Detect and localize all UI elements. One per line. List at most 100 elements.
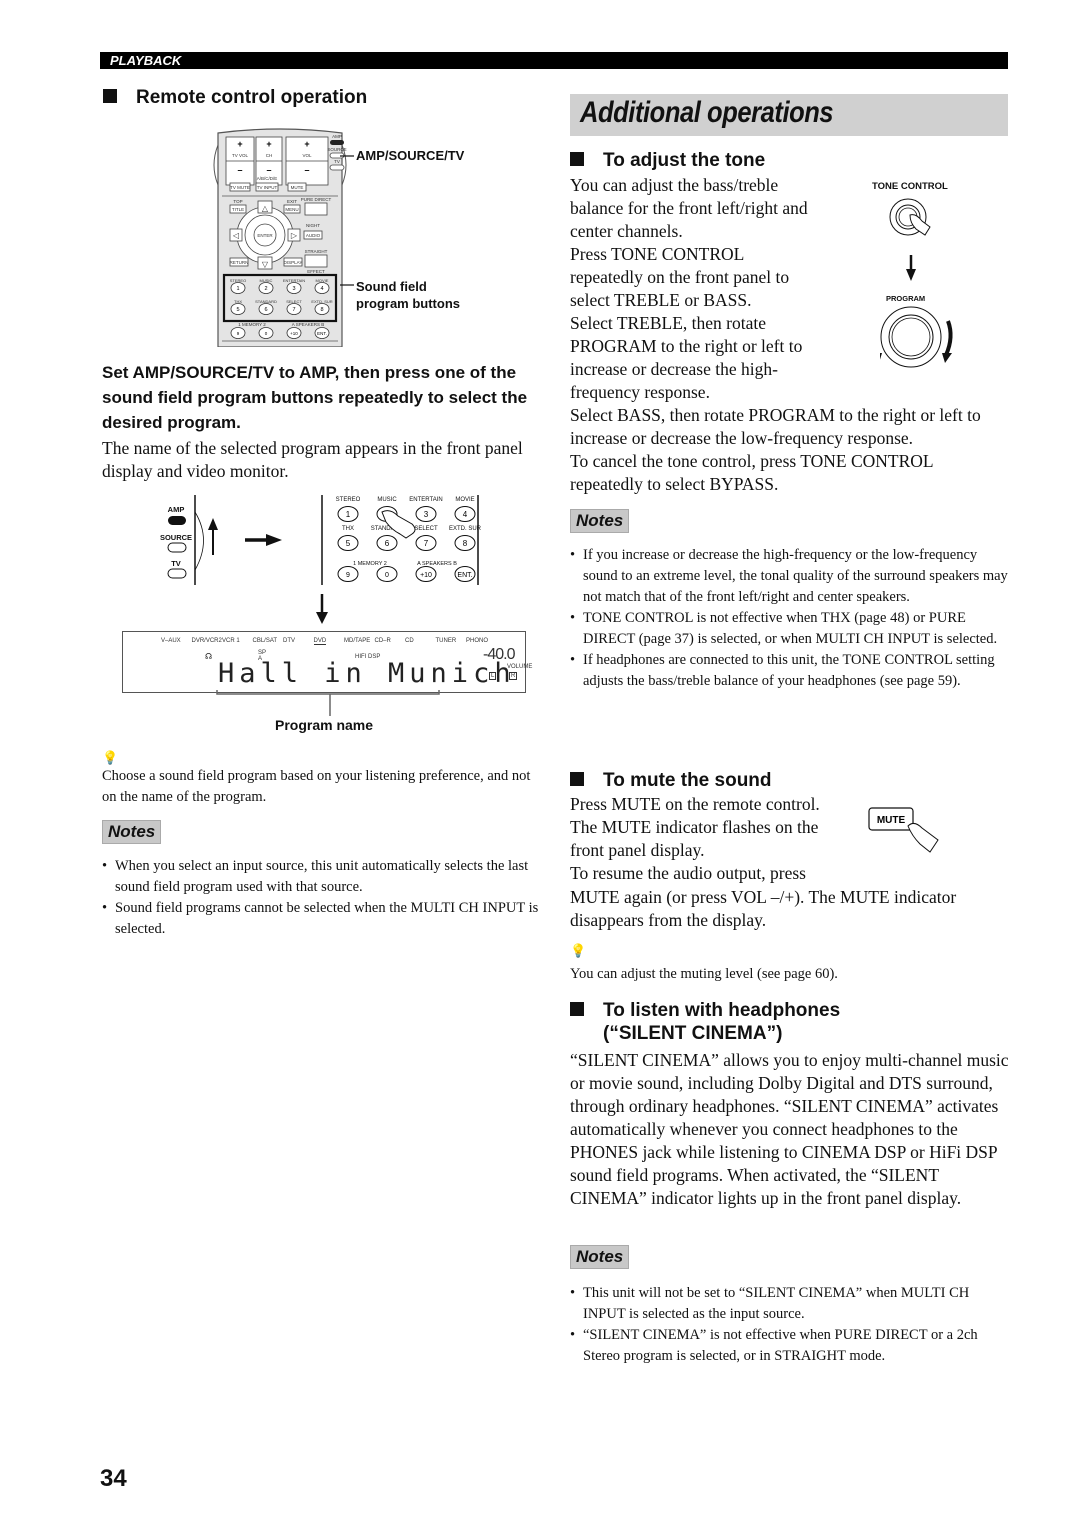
program-button-key: 8 [320,307,323,313]
svg-text:TITLE: TITLE [232,207,244,212]
note-item: “SILENT CINEMA” is not effective when PU… [570,1325,1010,1367]
remote-control-illustration: + + + – – – TV VOL CH VOL A/B/C/D/E TV MUTE … [213,128,347,347]
text-line: front panel display. [570,840,705,860]
display-input-indicator: CD–R [374,638,391,644]
tip-text: Choose a sound field program based on yo… [102,768,531,805]
mute-button-illustration: MUTE [868,807,939,853]
svg-text:AMP: AMP [332,134,342,139]
page-number: 34 [100,1465,127,1492]
channel-l-indicator: L [489,672,497,680]
square-bullet-icon [103,89,117,103]
note-item: If headphones are connected to this unit… [570,650,1010,692]
program-button-label: SELECT [414,526,438,532]
text-line: increase or decrease the high- [570,359,778,379]
numeric-button-key: 9 [346,572,350,579]
notes-list: This unit will not be set to “SILENT CIN… [570,1283,1010,1367]
heading-mute: To mute the sound [570,769,772,792]
channel-r-indicator: R [509,672,518,680]
program-name-text: Hall in Munich [218,658,516,689]
svg-text:A SPEAKERS B: A SPEAKERS B [292,322,325,327]
svg-text:TV VOL: TV VOL [232,153,249,158]
svg-text:▽: ▽ [262,260,269,269]
text-line: repeatedly to select BYPASS. [570,474,779,494]
square-bullet-icon [570,772,584,786]
text-line: balance for the front left/right and [570,198,808,218]
program-button-label: ENTERTAIN [409,497,442,503]
program-name-bracket [216,690,440,716]
program-button-key: 1 [236,286,239,292]
note-item: This unit will not be set to “SILENT CIN… [570,1283,1010,1325]
svg-text:1 MEMORY 2: 1 MEMORY 2 [353,561,387,567]
down-arrow-icon [316,594,328,624]
svg-text:MUTE: MUTE [877,815,906,826]
svg-text:–: – [266,165,271,175]
headphone-indicator-icon: ☊ [205,652,213,661]
volume-label: VOLUME [507,664,533,670]
text-line: Select BASS, then rotate PROGRAM to the … [570,405,981,425]
text-line: frequency response. [570,382,710,402]
display-input-indicator: CBL/SAT [252,638,278,644]
notes-badge: Notes [102,820,162,844]
text-line: PROGRAM to the right or left to [570,336,803,356]
tone-control-label: TONE CONTROL [872,181,948,192]
program-button-key: 7 [424,539,429,548]
text-line: To resume the audio output, press [570,863,806,883]
square-bullet-icon [570,1002,584,1016]
text-line: The MUTE indicator flashes on the [570,817,819,837]
text-line: MUTE again (or press VOL –/+). The MUTE … [570,887,957,907]
program-button-key: 7 [292,307,295,313]
text-line: repeatedly on the front panel to [570,267,790,287]
note-item: Sound field programs cannot be selected … [102,898,542,940]
program-button-key: 4 [320,286,323,292]
display-input-indicator: DTV [283,638,295,644]
svg-text:A SPEAKERS B: A SPEAKERS B [417,561,457,567]
program-name-caption: Program name [275,717,374,733]
display-input-indicator: PHONO [466,638,489,644]
program-button-key: 6 [385,539,390,548]
tone-text-continued: Select BASS, then rotate PROGRAM to the … [570,404,1010,496]
svg-text:SOURCE: SOURCE [160,533,192,542]
svg-text:TV: TV [171,559,181,568]
svg-text:STRAIGHT: STRAIGHT [305,249,328,254]
text-line: To cancel the tone control, press TONE C… [570,451,934,471]
notes-list: If you increase or decrease the high-fre… [570,545,1010,692]
svg-text:▷: ▷ [291,231,298,240]
svg-text:TV MUTE: TV MUTE [230,185,250,190]
mute-text: Press MUTE on the remote control. The MUT… [570,793,860,885]
front-panel-display: V–AUX DVR/VCR2 VCR 1 CBL/SAT DTV DVD MD/TAPE CD… [122,631,532,693]
svg-text:+: + [266,139,271,149]
svg-text:PURE DIRECT: PURE DIRECT [301,197,332,202]
tone-text: You can adjust the bass/treble balance fo… [570,174,860,404]
program-button-key: 8 [463,539,468,548]
svg-text:DISPLAY: DISPLAY [284,260,303,265]
lightbulb-icon: 💡 [102,750,119,765]
program-button-key: 6 [264,307,267,313]
numeric-button-key: +10 [420,572,432,579]
svg-text:TOP: TOP [233,199,242,204]
svg-text:VOL: VOL [302,153,312,158]
amp-select-diagram: AMP SOURCE TV STEREO1MUSIC2ENTERTAIN3MOV… [160,495,482,585]
svg-text:ENTER: ENTER [257,233,273,238]
square-bullet-icon [570,152,584,166]
note-item: If you increase or decrease the high-fre… [570,545,1010,608]
text-line: center channels. [570,221,683,241]
program-button-key: 2 [264,286,267,292]
program-button-key: 5 [346,539,351,548]
svg-text:AMP: AMP [168,505,185,514]
text-line: Press TONE CONTROL [570,244,745,264]
svg-text:◁: ◁ [233,231,240,240]
mute-text-continued: MUTE again (or press VOL –/+). The MUTE … [570,886,1010,932]
volume-readout: -40.0 [483,646,515,663]
svg-text:1 MEMORY 2: 1 MEMORY 2 [238,322,266,327]
numeric-button-key: +10 [290,331,298,336]
heading-remote-control: Remote control operation [103,86,367,109]
svg-text:CH: CH [266,153,273,158]
numeric-button-key: ENT. [457,572,472,579]
svg-text:AUDIO: AUDIO [306,233,321,238]
heading-headphones: To listen with headphones (“SILENT CINEM… [570,999,840,1045]
instruction-body: The name of the selected program appears… [102,438,523,481]
svg-text:EXIT: EXIT [287,199,297,204]
svg-text:–: – [237,165,242,175]
program-button-label: MOVIE [455,497,474,503]
text-line: Press MUTE on the remote control. [570,794,820,814]
